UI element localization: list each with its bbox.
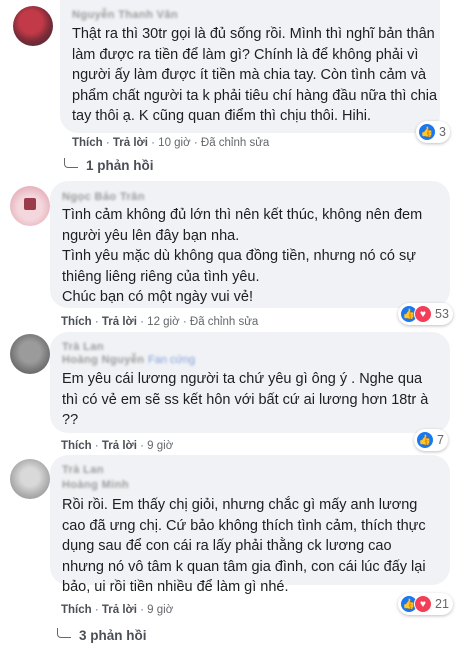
comment-line: nhưng nó vô tâm k quan tâm gia đình, con… — [62, 558, 426, 575]
commenter-name[interactable]: Trà Lan — [62, 464, 104, 476]
comment-line: Thật ra thì 30tr gọi là đủ sống rồi. Mìn… — [72, 26, 435, 42]
view-replies-link[interactable]: 3 phản hồi — [57, 628, 147, 643]
reply-arrow-icon — [57, 628, 71, 638]
comment-line: Em yêu cái lương người ta chứ yêu gì ông… — [62, 371, 423, 387]
comment-actions: Thích · Trả lời · 9 giờ — [61, 440, 174, 452]
like-reaction-icon: 👍 — [418, 123, 436, 141]
comment-line: Tình yêu mặc dù không qua đồng tiền, như… — [62, 248, 416, 264]
replies-count: 1 phản hồi — [86, 158, 154, 173]
reply-link[interactable]: Trả lời — [102, 316, 137, 328]
fan-badge: Fan cứng — [148, 354, 196, 366]
comment-bubble: Nguyễn Thanh Vân Thật ra thì 30tr gọi là… — [60, 0, 440, 133]
comment-line: ?? — [62, 412, 79, 428]
comment-line: làm được ra tiền để làm gì? Chính là để … — [72, 46, 419, 63]
like-link[interactable]: Thích — [72, 137, 103, 149]
comment-actions: Thích · Trả lời · 9 giờ — [61, 604, 174, 616]
comment-line: phẩm chất người ta k phải tiêu chí hàng … — [72, 87, 438, 104]
reply-link[interactable]: Trả lời — [102, 440, 137, 452]
comment-bubble: Trà Lan Hoàng Nguyễn Fan cứng Em yêu cái… — [50, 332, 450, 433]
view-replies-link[interactable]: 1 phản hồi — [64, 158, 154, 173]
avatar[interactable] — [10, 459, 50, 499]
reply-link[interactable]: Trả lời — [113, 137, 148, 149]
comment-line: tay thôi ạ. K cũng quan điểm thì chịu th… — [72, 108, 372, 124]
timestamp[interactable]: 12 giờ — [147, 316, 179, 328]
comment-line: bảo, ui rồi tiền nhiều để làm gì nhé. — [62, 579, 289, 595]
like-reaction-icon: 👍 — [416, 431, 434, 449]
comment-text: Tình cảm không đủ lớn thì nên kết thúc, … — [62, 205, 422, 308]
replies-count: 3 phản hồi — [79, 628, 147, 643]
reaction-summary[interactable]: 👍 3 — [416, 121, 450, 143]
love-reaction-icon: ♥ — [414, 305, 432, 323]
timestamp[interactable]: 9 giờ — [147, 604, 173, 616]
commenter-subname[interactable]: Hoàng Minh — [62, 479, 129, 491]
comment-line: dụng sau để con cái ra lấy phải thằng ck… — [62, 538, 392, 554]
avatar[interactable] — [10, 186, 50, 226]
timestamp[interactable]: 9 giờ — [147, 440, 173, 452]
timestamp[interactable]: 10 giờ — [158, 137, 190, 149]
reply-link[interactable]: Trả lời — [102, 604, 137, 616]
commenter-subname[interactable]: Hoàng Nguyễn — [62, 354, 144, 366]
comment-bubble: Ngọc Bảo Trân Tình cảm không đủ lớn thì … — [50, 181, 450, 308]
comment-text: Thật ra thì 30tr gọi là đủ sống rồi. Mìn… — [72, 24, 437, 127]
edited-label: Đã chỉnh sửa — [189, 316, 259, 328]
avatar[interactable] — [13, 6, 53, 46]
reaction-count: 53 — [435, 307, 449, 321]
edited-label: Đã chỉnh sửa — [200, 137, 270, 149]
comment-line: thì có vẻ em sẽ ss kết hôn với bất cứ ai… — [62, 391, 429, 408]
reaction-summary[interactable]: 👍 ♥ 21 — [398, 593, 453, 615]
reaction-count: 3 — [439, 125, 446, 139]
avatar[interactable] — [10, 334, 50, 374]
reaction-summary[interactable]: 👍 ♥ 53 — [398, 303, 453, 325]
love-reaction-icon: ♥ — [414, 595, 432, 613]
comment-bubble: Trà Lan Hoàng Minh Rồi rồi. Em thấy chị … — [50, 455, 450, 595]
comment-line: Chúc bạn có một ngày vui vẻ! — [62, 289, 254, 305]
commenter-name[interactable]: Trà Lan — [62, 341, 104, 353]
comment-actions: Thích · Trả lời · 10 giờ · Đã chỉnh sửa — [72, 137, 270, 149]
reaction-summary[interactable]: 👍 7 — [414, 429, 448, 451]
comment-actions: Thích · Trả lời · 12 giờ · Đã chỉnh sửa — [61, 316, 259, 328]
comment-line: thiêng liêng riêng của tình yêu. — [62, 268, 260, 285]
commenter-name[interactable]: Ngọc Bảo Trân — [62, 191, 145, 203]
comment-line: Tình cảm không đủ lớn thì nên kết thúc, … — [62, 207, 423, 223]
reply-arrow-icon — [64, 158, 78, 168]
comment-line: người yêu lên đây bạn nha. — [62, 227, 240, 244]
like-link[interactable]: Thích — [61, 604, 92, 616]
comment-line: người ấy làm được ít tiền mà chia tay. C… — [72, 67, 427, 83]
like-link[interactable]: Thích — [61, 316, 92, 328]
reaction-count: 7 — [437, 433, 444, 447]
like-link[interactable]: Thích — [61, 440, 92, 452]
comment-text: Rồi rồi. Em thấy chị giỏi, nhưng chắc gì… — [62, 495, 426, 598]
comment-line: cao đã ưng chị. Cứ bảo không thích tình … — [62, 517, 426, 534]
comment-text: Em yêu cái lương người ta chứ yêu gì ông… — [62, 369, 428, 431]
reaction-count: 21 — [435, 597, 449, 611]
comment-line: Rồi rồi. Em thấy chị giỏi, nhưng chắc gì… — [62, 497, 418, 513]
commenter-name[interactable]: Nguyễn Thanh Vân — [72, 9, 178, 21]
